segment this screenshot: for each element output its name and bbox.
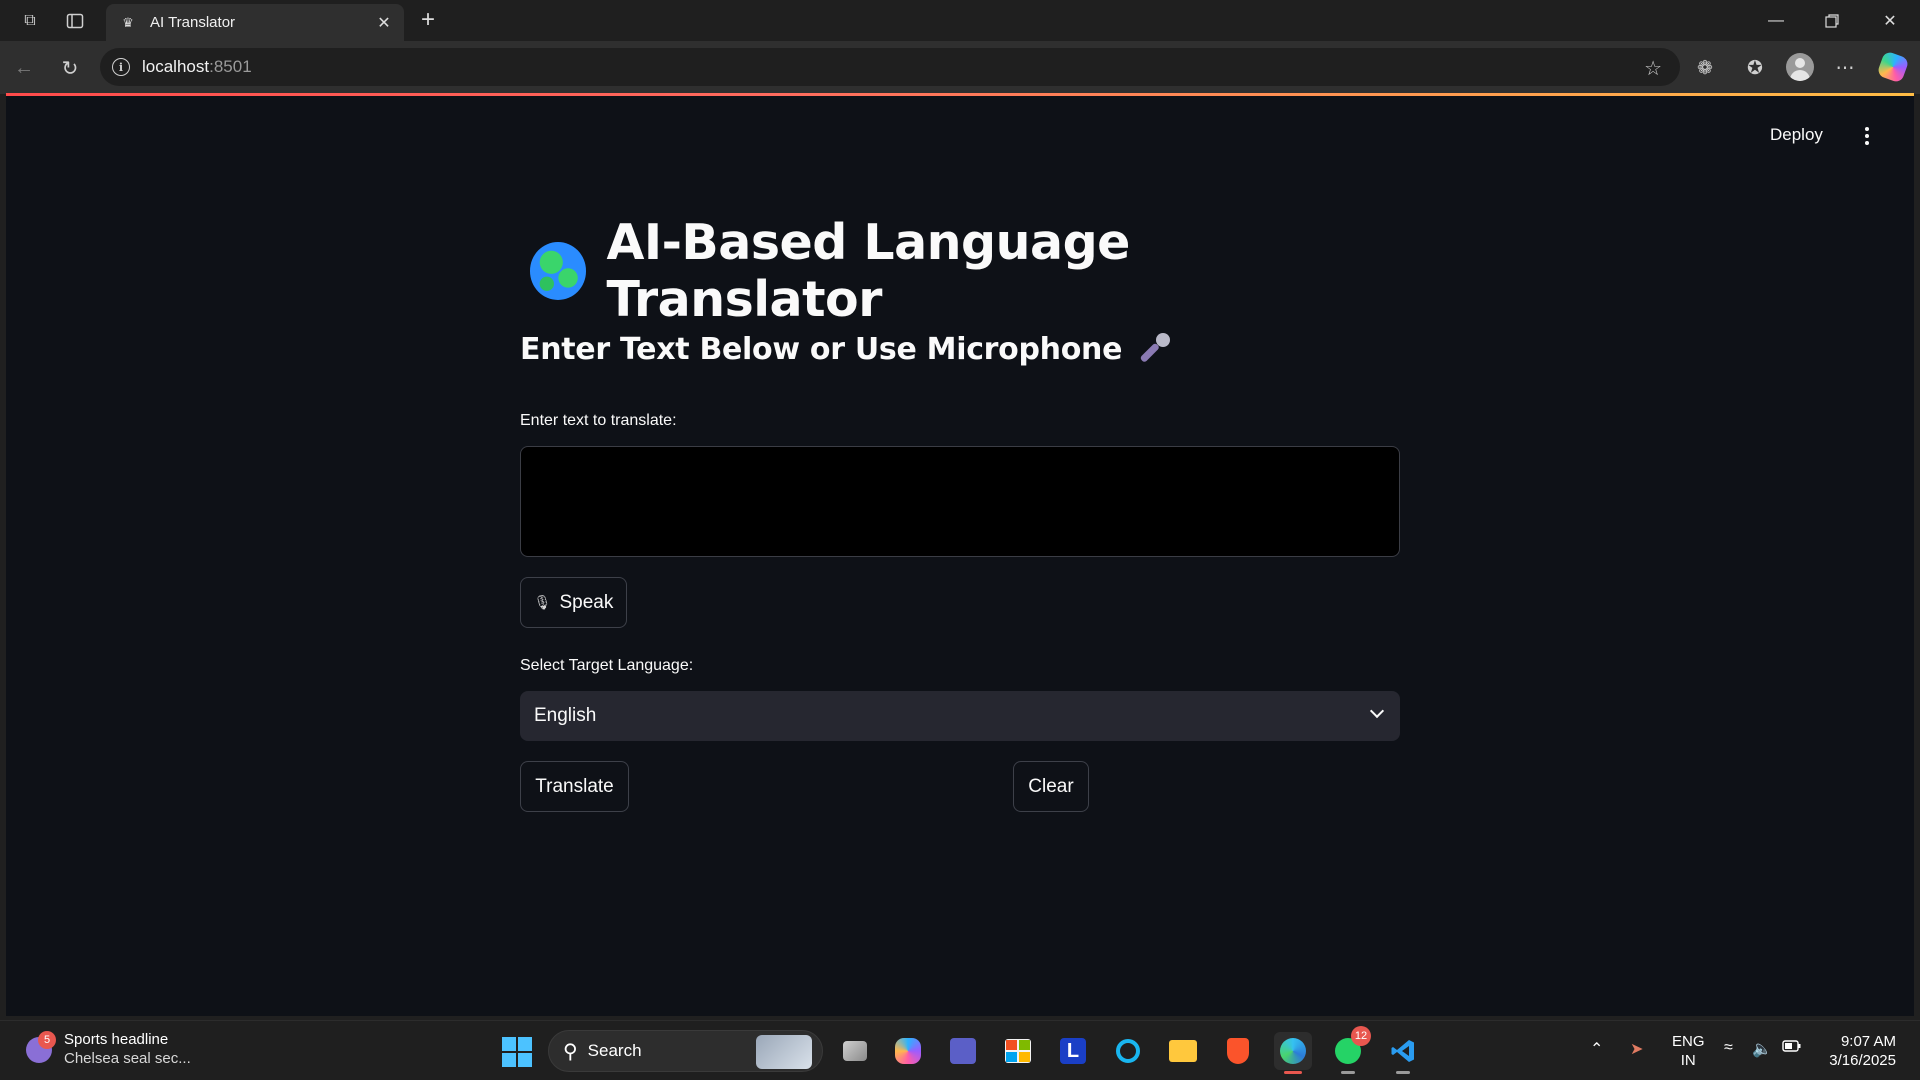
url-port: :8501 <box>209 57 252 76</box>
deploy-button[interactable]: Deploy <box>1770 125 1823 145</box>
title-row: AI-Based Language Translator <box>520 214 1400 328</box>
news-title: Sports headline <box>64 1031 169 1048</box>
wifi-icon[interactable]: ≈ <box>1724 1039 1733 1057</box>
workspaces-icon[interactable]: ⧉ <box>17 8 43 34</box>
star-icon[interactable]: ☆ <box>1644 56 1662 81</box>
restore-icon[interactable] <box>1810 6 1854 36</box>
task-view-icon[interactable] <box>836 1032 874 1070</box>
text-input-label: Enter text to translate: <box>520 412 677 429</box>
speak-button[interactable]: 🎙 Speak <box>520 577 627 628</box>
translate-button[interactable]: Translate <box>520 761 629 812</box>
selected-language: English <box>534 705 597 726</box>
search-highlight-image <box>756 1035 812 1069</box>
close-window-icon[interactable]: ✕ <box>1868 6 1912 36</box>
vscode-icon[interactable] <box>1384 1032 1422 1074</box>
microphone-icon <box>1136 331 1172 367</box>
input-language[interactable]: ENG IN <box>1672 1032 1705 1070</box>
streamlit-favicon: ♛ <box>122 14 134 30</box>
cortana-icon[interactable] <box>1109 1032 1147 1070</box>
browser-tab-bar: ⧉ ♛ AI Translator ✕ + — ✕ <box>0 0 1920 41</box>
vertical-tabs-icon[interactable] <box>62 8 88 34</box>
news-widget[interactable]: 5 Sports headline Chelsea seal sec... <box>26 1031 191 1067</box>
more-icon[interactable]: ⋯ <box>1830 53 1860 83</box>
address-bar[interactable]: i localhost:8501 ☆ <box>100 48 1680 86</box>
microphone-icon: 🎙 <box>533 594 552 610</box>
copilot-app-icon[interactable] <box>889 1032 927 1070</box>
plus-icon[interactable]: + <box>414 6 442 34</box>
profile-icon[interactable] <box>1786 53 1814 81</box>
search-label: Search <box>587 1041 642 1060</box>
show-hidden-icons-icon[interactable]: ⌃ <box>1590 1039 1603 1059</box>
reload-icon[interactable]: ↻ <box>56 54 84 82</box>
extensions-icon[interactable]: ❁ <box>1690 53 1720 83</box>
back-icon[interactable]: ← <box>10 54 38 82</box>
target-language-select[interactable]: English <box>520 691 1400 741</box>
favorites-icon[interactable]: ✪ <box>1740 53 1770 83</box>
main-content: AI-Based Language Translator Enter Text … <box>520 214 1400 812</box>
system-clock[interactable]: 9:07 AM 3/16/2025 <box>1826 1032 1896 1070</box>
clock-time: 9:07 AM <box>1840 1033 1896 1050</box>
microsoft-store-icon[interactable] <box>999 1032 1037 1070</box>
lang-line-2: IN <box>1680 1052 1696 1069</box>
volume-icon[interactable]: 🔈 <box>1752 1039 1772 1059</box>
l-app-icon[interactable]: L <box>1054 1032 1092 1070</box>
main-menu-icon[interactable] <box>1860 124 1874 148</box>
clock-date: 3/16/2025 <box>1829 1052 1896 1069</box>
action-buttons: Translate Clear <box>520 761 1400 812</box>
search-icon: ⚲ <box>563 1040 578 1063</box>
address-toolbar: ← ↻ i localhost:8501 ☆ ❁ ✪ ⋯ <box>0 41 1920 94</box>
whatsapp-icon[interactable]: 12 <box>1329 1026 1371 1074</box>
teams-icon[interactable] <box>944 1032 982 1070</box>
subheader: Enter Text Below or Use Microphone <box>520 331 1123 367</box>
windows-start-icon[interactable] <box>502 1037 532 1067</box>
minimize-icon[interactable]: — <box>1754 6 1798 36</box>
news-icon: 5 <box>26 1031 56 1065</box>
speak-label: Speak <box>559 591 614 613</box>
send-icon[interactable]: ➤ <box>1630 1039 1643 1059</box>
info-icon[interactable]: i <box>112 58 130 76</box>
whatsapp-badge: 12 <box>1351 1026 1371 1046</box>
clear-button[interactable]: Clear <box>1013 761 1089 812</box>
page-title: AI-Based Language Translator <box>606 214 1130 328</box>
taskbar-search[interactable]: ⚲ Search <box>548 1030 823 1072</box>
url-host: localhost <box>142 57 210 76</box>
globe-icon <box>530 242 587 300</box>
translate-text-area[interactable] <box>520 446 1400 557</box>
close-icon[interactable]: ✕ <box>374 13 394 33</box>
battery-icon[interactable] <box>1782 1039 1802 1058</box>
tab-title: AI Translator <box>150 14 236 31</box>
browser-tab[interactable]: ♛ AI Translator ✕ <box>106 4 404 41</box>
file-explorer-icon[interactable] <box>1164 1032 1202 1070</box>
subheader-row: Enter Text Below or Use Microphone <box>520 326 1400 372</box>
language-select-label: Select Target Language: <box>520 657 694 674</box>
chevron-down-icon <box>1369 703 1385 719</box>
lang-line-1: ENG <box>1672 1033 1705 1050</box>
edge-icon[interactable] <box>1274 1032 1312 1074</box>
news-subtitle: Chelsea seal sec... <box>64 1050 191 1067</box>
brave-icon[interactable] <box>1219 1032 1257 1070</box>
news-badge: 5 <box>38 1031 56 1049</box>
taskbar: 5 Sports headline Chelsea seal sec... ⚲ … <box>0 1020 1920 1080</box>
